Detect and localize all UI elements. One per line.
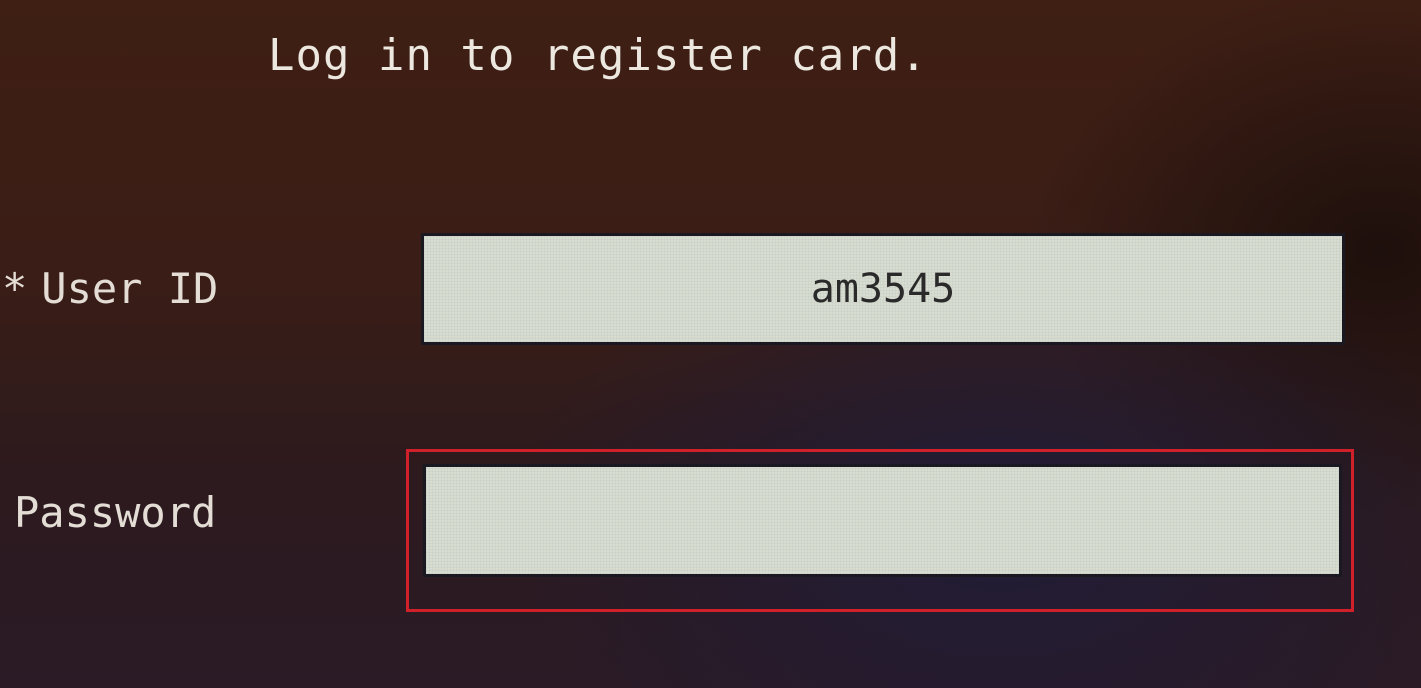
user-id-value: am3545 bbox=[810, 266, 956, 312]
instruction-text: Log in to register card. bbox=[268, 30, 928, 81]
password-input[interactable] bbox=[423, 464, 1342, 577]
user-id-input[interactable]: am3545 bbox=[421, 233, 1345, 345]
login-screen: Log in to register card. * User ID am3545… bbox=[0, 0, 1421, 688]
required-mark: * bbox=[2, 264, 28, 313]
user-id-label: * User ID bbox=[2, 264, 218, 313]
user-id-label-text: User ID bbox=[41, 264, 219, 313]
password-label: Password bbox=[14, 488, 217, 537]
